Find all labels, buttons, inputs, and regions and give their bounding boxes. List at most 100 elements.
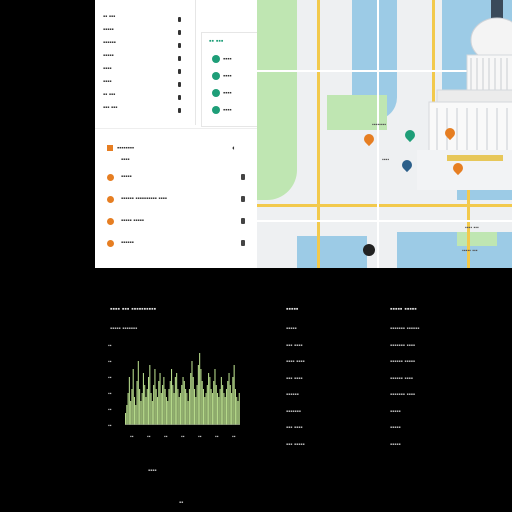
chart-bar [197,365,199,425]
chart-bar [163,377,165,425]
column-3-item[interactable]: ▪▪▪▪▪ [390,409,401,415]
chart-bar [176,373,178,425]
chart-bar [224,397,226,425]
category-list-item[interactable]: ▪▪▪▪▪ [103,27,191,39]
column-2-item[interactable]: ▪▪▪▪▪ [286,326,297,332]
more-icon[interactable] [178,69,181,74]
place-icon [107,240,114,247]
map-pin[interactable] [361,131,377,147]
location-button[interactable] [363,244,375,256]
chart-bar [182,377,184,425]
poi-item[interactable]: ▪▪▪▪▪ ▪▪▪▪▪ [107,217,247,229]
chart-bar [172,385,174,425]
place-icon [107,174,114,181]
column-3-item[interactable]: ▪▪▪▪▪ [390,442,401,448]
x-tick-label: ▪▪ [232,434,236,440]
category-label: ▪▪ ▪▪▪ [103,92,116,98]
poi-label: ▪▪▪▪▪ [121,174,132,180]
chart-bar [194,389,196,425]
chart-bar [196,385,198,425]
category-list-item[interactable]: ▪▪ ▪▪▪ [103,14,191,26]
chart-bar [169,381,171,425]
column-2-item[interactable]: ▪▪▪▪▪▪▪ [286,409,301,415]
column-2-item[interactable]: ▪▪▪ ▪▪▪▪ [286,425,303,431]
status-dot-icon [212,89,220,97]
more-icon[interactable] [178,95,181,100]
column-2-item[interactable]: ▪▪▪▪▪▪ [286,392,299,398]
more-icon[interactable] [241,196,245,202]
legend-item[interactable]: ▪▪▪▪ [212,55,256,65]
category-list-item[interactable]: ▪▪▪▪ [103,66,191,78]
chart-bar [223,393,225,425]
chart-bar [126,405,128,425]
column-2-item[interactable]: ▪▪▪▪ ▪▪▪▪ [286,359,305,365]
chart-bar [149,365,151,425]
column-title-3: ▪▪▪▪▪ ▪▪▪▪▪ [390,306,417,313]
chart-bar [132,369,134,425]
more-icon[interactable] [178,30,181,35]
more-icon[interactable] [241,218,245,224]
legend-item[interactable]: ▪▪▪▪ [212,89,256,99]
chart-bar [231,393,233,425]
column-2-item[interactable]: ▪▪▪ ▪▪▪▪ [286,376,303,382]
map-label: ▪▪▪▪▪ ▪▪▪ [462,248,478,254]
chart-bar [130,401,132,425]
poi-label: ▪▪▪▪▪▪ [121,240,134,246]
toggle-icon[interactable]: ◐ [232,145,236,152]
poi-item[interactable]: ▪▪▪▪▪▪ [107,239,247,251]
more-icon[interactable] [178,108,181,113]
column-3-item[interactable]: ▪▪▪▪▪▪ ▪▪▪▪▪ [390,359,415,365]
column-3-item[interactable]: ▪▪▪▪▪▪▪ ▪▪▪▪ [390,343,415,349]
chart-bar [209,377,211,425]
column-2-item[interactable]: ▪▪▪ ▪▪▪▪▪ [286,442,305,448]
more-icon[interactable] [178,82,181,87]
category-list-item[interactable]: ▪▪▪▪ [103,79,191,91]
column-3-item[interactable]: ▪▪▪▪▪ [390,425,401,431]
legend-item[interactable]: ▪▪▪▪ [212,106,256,116]
category-list-item[interactable]: ▪▪▪▪▪▪ [103,40,191,52]
category-label: ▪▪▪▪▪ [103,53,114,59]
column-3-item[interactable]: ▪▪▪▪▪▪▪ ▪▪▪▪ [390,392,415,398]
map-label: ▪▪▪▪ ▪▪▪ [465,225,479,231]
place-icon [107,218,114,225]
chart-bar [156,397,159,425]
chart-subtitle: ▪▪▪▪▪ ▪▪▪▪▪▪▪ [110,326,138,332]
y-tick-label: ▪▪ [108,391,112,397]
category-list-item[interactable]: ▪▪▪ ▪▪▪ [103,105,191,117]
chart-bar [218,397,220,425]
water-body [297,236,367,268]
poi-item[interactable]: ▪▪▪▪▪▪ ▪▪▪▪▪▪▪▪▪▪ ▪▪▪▪ [107,195,247,207]
poi-item[interactable]: ▪▪▪▪▪ [107,173,247,185]
chart-bar [213,381,215,425]
more-icon[interactable] [241,174,245,180]
chart-bar [177,389,179,425]
chart-bar [173,393,175,425]
y-tick-label: ▪▪ [108,423,112,429]
column-2-item[interactable]: ▪▪▪ ▪▪▪▪ [286,343,303,349]
chart-bar [127,393,129,425]
poi-subtitle: ▪▪▪▪ [121,157,130,163]
more-icon[interactable] [178,56,181,61]
more-icon[interactable] [178,17,181,22]
chart-bar [153,385,155,425]
x-tick-label: ▪▪ [198,434,202,440]
map[interactable]: ▪▪▪▪▪▪▪▪ ▪▪▪▪ ▪▪▪ ▪▪▪▪ ▪▪▪▪▪ ▪▪▪ [257,0,512,268]
column-3-item[interactable]: ▪▪▪▪▪▪▪ ▪▪▪▪▪▪ [390,326,419,332]
poi-label: ▪▪▪▪▪▪ ▪▪▪▪▪▪▪▪▪▪ ▪▪▪▪ [121,196,167,202]
page-number: ▪▪ [179,500,184,506]
more-icon[interactable] [241,240,245,246]
x-tick-label: ▪▪ [215,434,219,440]
category-list-item[interactable]: ▪▪▪▪▪ [103,53,191,65]
legend-label: ▪▪▪▪ [223,107,232,114]
category-list-item[interactable]: ▪▪ ▪▪▪ [103,92,191,104]
legend-label: ▪▪▪▪ [223,73,232,80]
chart-bar [190,373,192,425]
more-icon[interactable] [178,43,181,48]
column-3-item[interactable]: ▪▪▪▪▪▪ ▪▪▪▪ [390,376,413,382]
chart-bar [188,389,190,425]
map-label: ▪▪▪▪▪▪▪▪ [372,122,387,128]
bar-chart[interactable] [125,345,240,425]
x-tick-label: ▪▪ [130,434,134,440]
legend-item[interactable]: ▪▪▪▪ [212,72,256,82]
place-icon [107,196,114,203]
